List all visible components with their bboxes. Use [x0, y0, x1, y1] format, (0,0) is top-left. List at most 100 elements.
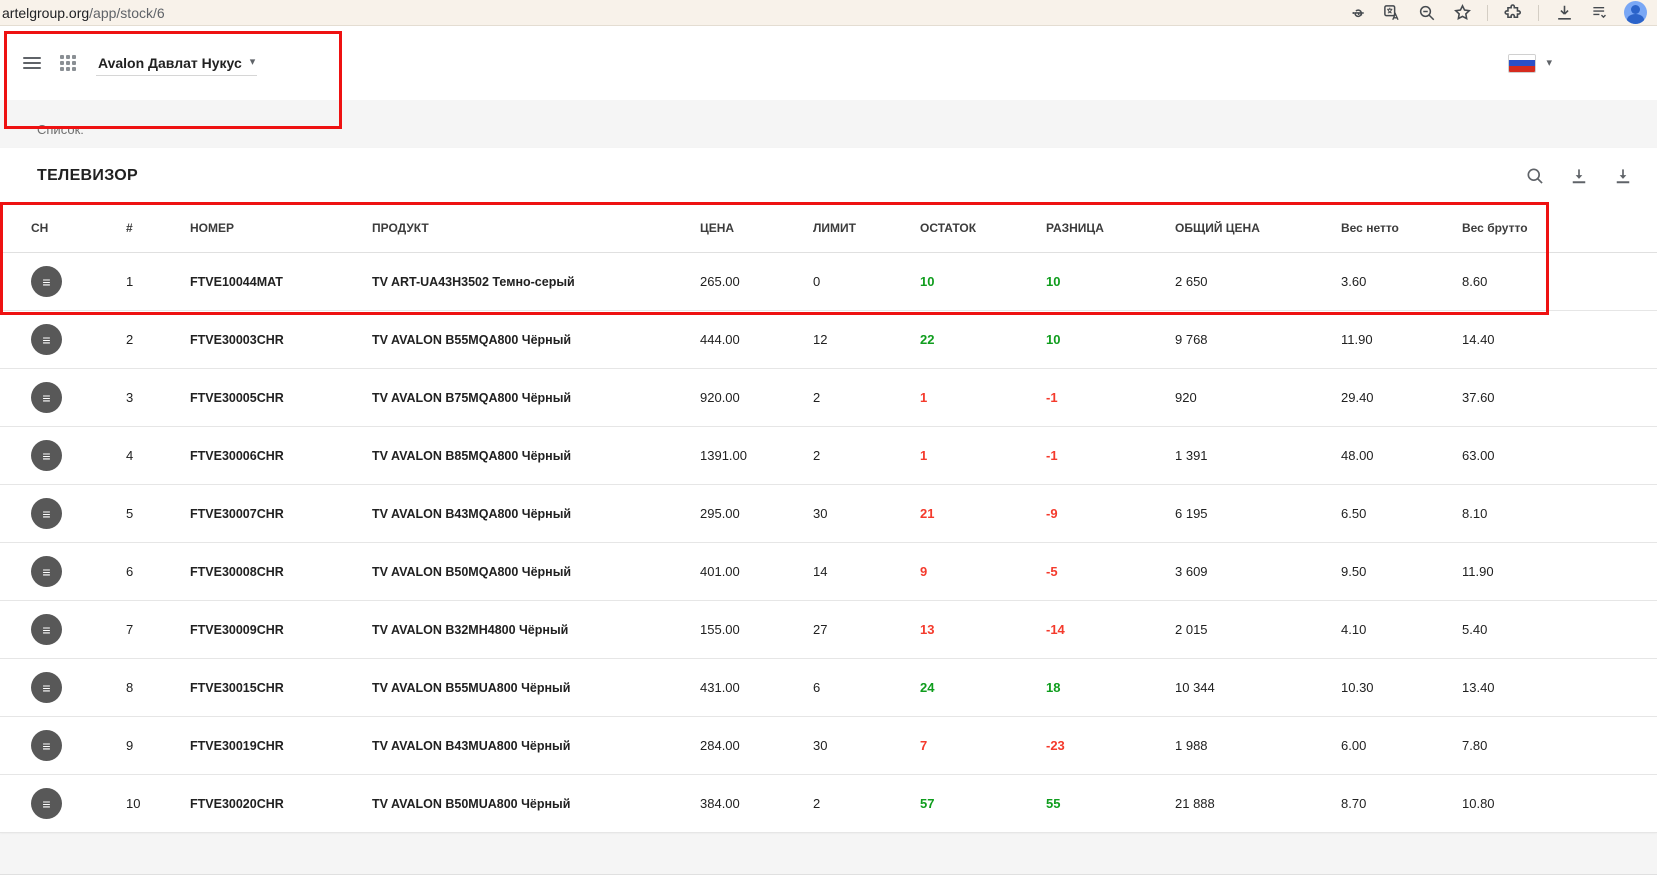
cell-price: 284.00 [700, 738, 740, 753]
stock-table-card: ТЕЛЕВИЗОР СН # НОМЕР ПРОДУКТ ЦЕНА ЛИМИТ ОСТАТО… [0, 148, 1657, 833]
cell-product-code: FTVE30019CHR [190, 738, 284, 753]
browser-toolbar: artelgroup.org/app/stock/6 [0, 0, 1657, 26]
cell-total-price: 2 015 [1175, 622, 1208, 637]
search-icon[interactable] [1523, 164, 1547, 188]
cell-gross-weight: 8.10 [1462, 506, 1488, 521]
address-bar[interactable]: artelgroup.org/app/stock/6 [2, 5, 165, 21]
row-menu-button[interactable]: ≡ [31, 788, 62, 819]
cell-gross-weight: 13.40 [1462, 680, 1495, 695]
row-menu-button[interactable]: ≡ [31, 266, 62, 297]
language-selector[interactable]: ▾ [1508, 53, 1552, 73]
cell-stock: 1 [920, 390, 928, 405]
row-action-cell: ≡ [31, 498, 126, 529]
cell-stock: 22 [920, 332, 935, 347]
row-menu-button[interactable]: ≡ [31, 498, 62, 529]
cell-net-weight: 4.10 [1341, 622, 1367, 637]
menu-button[interactable] [14, 45, 50, 81]
cell-price: 1391.00 [700, 448, 747, 463]
cell-difference: 55 [1046, 796, 1061, 811]
cell-limit: 2 [813, 448, 821, 463]
cell-total-price: 3 609 [1175, 564, 1208, 579]
hamburger-icon [23, 57, 41, 69]
cell-net-weight: 6.50 [1341, 506, 1367, 521]
cell-stock: 10 [920, 274, 935, 289]
cell-product-name: TV AVALON B43MQA800 Чёрный [372, 506, 572, 521]
table-row: ≡ 4 FTVE30006CHR TV AVALON B85MQA800 Чёр… [0, 427, 1657, 485]
cell-gross-weight: 11.90 [1462, 564, 1494, 579]
zoom-icon[interactable] [1417, 3, 1437, 23]
table-row: ≡ 5 FTVE30007CHR TV AVALON B43MQA800 Чёр… [0, 485, 1657, 543]
table-row: ≡ 7 FTVE30009CHR TV AVALON B32MH4800 Чёр… [0, 601, 1657, 659]
reading-list-icon[interactable] [1589, 3, 1609, 23]
column-header-6: ОСТАТОК [920, 221, 977, 235]
russian-flag-icon [1508, 53, 1537, 73]
cell-row-number: 6 [126, 564, 134, 579]
cell-row-number: 2 [126, 332, 134, 347]
cell-net-weight: 6.00 [1341, 738, 1367, 753]
row-action-cell: ≡ [31, 440, 126, 471]
download-icon[interactable] [1554, 3, 1574, 23]
cell-product-name: TV AVALON B32MH4800 Чёрный [372, 622, 569, 637]
cell-row-number: 4 [126, 448, 134, 463]
cell-row-number: 9 [126, 738, 134, 753]
apps-grid-icon [60, 55, 76, 71]
row-action-cell: ≡ [31, 382, 126, 413]
row-menu-button[interactable]: ≡ [31, 730, 62, 761]
cell-price: 401.00 [700, 564, 740, 579]
cell-price: 155.00 [700, 622, 740, 637]
cell-total-price: 2 650 [1175, 274, 1208, 289]
cell-difference: 18 [1046, 680, 1061, 695]
cell-net-weight: 10.30 [1341, 680, 1374, 695]
chevron-down-icon: ▾ [249, 56, 256, 68]
cell-limit: 14 [813, 564, 828, 579]
column-header-2: НОМЕР [190, 221, 235, 235]
cell-stock: 21 [920, 506, 935, 521]
cell-limit: 6 [813, 680, 821, 695]
table-row: ≡ 3 FTVE30005CHR TV AVALON B75MQA800 Чёр… [0, 369, 1657, 427]
url-path: /app/stock/6 [89, 4, 165, 21]
cell-difference: 10 [1046, 274, 1061, 289]
cell-product-name: TV AVALON B43MUA800 Чёрный [372, 738, 571, 753]
row-action-cell: ≡ [31, 266, 126, 297]
cell-difference: -1 [1046, 390, 1058, 405]
cell-product-code: FTVE30015CHR [190, 680, 284, 695]
row-menu-button[interactable]: ≡ [31, 324, 62, 355]
translate-icon[interactable] [1382, 3, 1402, 23]
row-menu-button[interactable]: ≡ [31, 382, 62, 413]
extensions-icon[interactable] [1503, 3, 1523, 23]
row-menu-button[interactable]: ≡ [31, 556, 62, 587]
column-header-0: СН [31, 221, 49, 235]
list-icon: ≡ [42, 505, 51, 522]
row-menu-button[interactable]: ≡ [31, 672, 62, 703]
row-action-cell: ≡ [31, 556, 126, 587]
row-menu-button[interactable]: ≡ [31, 440, 62, 471]
url-domain: artelgroup.org [2, 4, 90, 21]
cell-difference: -23 [1046, 738, 1065, 753]
cell-stock: 57 [920, 796, 935, 811]
cell-total-price: 920 [1175, 390, 1197, 405]
key-icon[interactable] [1347, 3, 1367, 23]
card-title: ТЕЛЕВИЗОР [37, 167, 139, 184]
cell-net-weight: 9.50 [1341, 564, 1367, 579]
chevron-down-icon: ▾ [1546, 56, 1552, 69]
cell-product-code: FTVE10044MAT [190, 274, 283, 289]
company-selector[interactable]: Avalon Давлат Нукус ▾ [96, 51, 258, 76]
download-icon[interactable] [1567, 164, 1591, 188]
cell-price: 920.00 [700, 390, 740, 405]
profile-avatar[interactable] [1624, 1, 1647, 24]
cell-product-code: FTVE30007CHR [190, 506, 284, 521]
list-icon: ≡ [42, 737, 51, 754]
cell-net-weight: 29.40 [1341, 390, 1374, 405]
row-action-cell: ≡ [31, 324, 126, 355]
cell-stock: 13 [920, 622, 935, 637]
toolbar-divider [1487, 4, 1488, 21]
download-icon[interactable] [1611, 164, 1635, 188]
apps-grid-button[interactable] [50, 45, 86, 81]
column-header-8: ОБЩИЙ ЦЕНА [1175, 221, 1260, 235]
row-menu-button[interactable]: ≡ [31, 614, 62, 645]
cell-row-number: 5 [126, 506, 134, 521]
row-action-cell: ≡ [31, 614, 126, 645]
cell-difference: -5 [1046, 564, 1058, 579]
star-icon[interactable] [1452, 3, 1472, 23]
cell-gross-weight: 14.40 [1462, 332, 1495, 347]
